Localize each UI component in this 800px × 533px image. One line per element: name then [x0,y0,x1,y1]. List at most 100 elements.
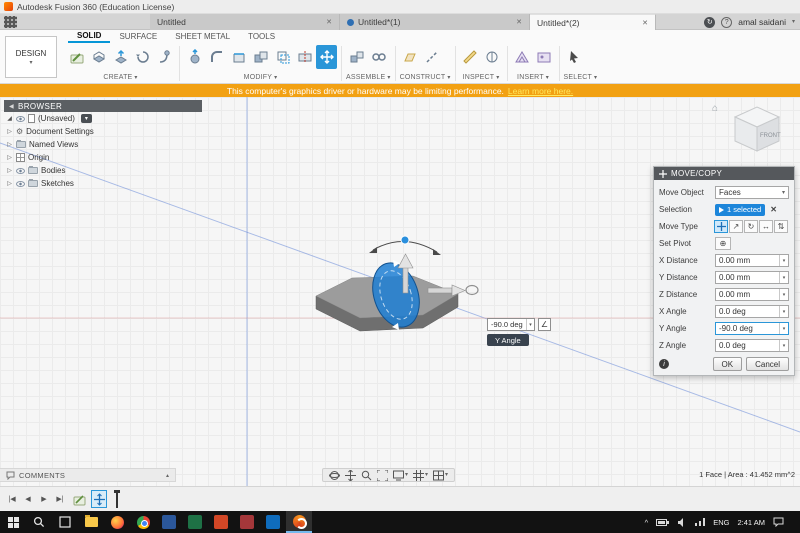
tab-sheet-metal[interactable]: SHEET METAL [166,30,239,43]
browser-root-row[interactable]: ◢ (Unsaved) ▾ [4,112,202,125]
tree-expand-icon[interactable]: ◢ [6,115,13,122]
y-angle-input[interactable]: -90.0 deg ▾ [715,322,789,335]
taskbar-app-file-explorer[interactable] [78,511,104,533]
split-body-icon[interactable] [294,45,315,69]
group-label-create[interactable]: CREATE ▾ [66,74,175,84]
tree-collapsed-icon[interactable]: ▷ [6,128,13,135]
visibility-eye-icon[interactable] [16,180,25,187]
rotate-ring-handle[interactable] [465,284,479,296]
move-object-dropdown[interactable]: Faces ▾ [715,186,789,199]
visibility-eye-icon[interactable] [16,115,25,122]
taskbar-search-button[interactable] [26,511,52,533]
network-icon[interactable] [695,518,706,526]
timeline-feature-move[interactable] [91,490,107,508]
speaker-icon[interactable] [677,517,687,527]
shell-icon[interactable] [228,45,249,69]
cancel-button[interactable]: Cancel [746,357,789,371]
group-label-inspect[interactable]: INSPECT ▾ [460,74,503,84]
manipulator-top-point[interactable] [400,235,410,245]
language-indicator[interactable]: ENG [713,518,729,527]
start-button[interactable] [0,511,26,533]
angle-value-input[interactable]: -90.0 deg ▾ [487,318,535,331]
browser-item-sketches[interactable]: ▷ Sketches [4,177,202,190]
expand-comments-icon[interactable]: ▾ [166,472,169,478]
y-distance-input[interactable]: 0.00 mm ▾ [715,271,789,284]
move-type-rotate-button[interactable]: ↻ [744,220,758,233]
measure-icon[interactable] [460,45,481,69]
document-tab-1[interactable]: Untitled ✕ [150,14,340,30]
visibility-eye-icon[interactable] [16,167,25,174]
browser-item-bodies[interactable]: ▷ Bodies [4,164,202,177]
section-analysis-icon[interactable] [482,45,503,69]
pan-icon[interactable] [345,469,356,481]
tab-tools[interactable]: TOOLS [239,30,284,43]
decal-icon[interactable] [534,45,555,69]
learn-more-link[interactable]: Learn more here. [508,86,573,96]
chevron-down-icon[interactable]: ▾ [792,19,795,25]
tree-collapsed-icon[interactable]: ▷ [6,154,13,161]
close-tab-icon[interactable]: ✕ [326,18,332,26]
taskbar-app-fusion-360[interactable] [286,511,312,533]
joint-icon[interactable] [368,45,389,69]
close-tab-icon[interactable]: ✕ [516,18,522,26]
tree-collapsed-icon[interactable]: ▷ [6,180,13,187]
selection-chip[interactable]: 1 selected [715,203,766,216]
data-panel-toggle-icon[interactable] [4,16,17,28]
ok-button[interactable]: OK [712,357,743,371]
taskbar-app-firefox[interactable] [104,511,130,533]
revolve-icon[interactable] [132,45,153,69]
extrude-icon[interactable] [110,45,131,69]
grid-settings-icon[interactable]: ▾ [413,469,428,481]
clear-selection-icon[interactable]: ✕ [770,205,777,214]
sweep-icon[interactable] [154,45,175,69]
job-status-icon[interactable]: ↻ [704,16,716,28]
move-type-free-move-button[interactable] [714,220,728,233]
taskbar-app-outlook[interactable] [260,511,286,533]
workspace-selector[interactable]: DESIGN ▾ [5,36,57,78]
construction-plane-icon[interactable] [400,45,421,69]
chevron-down-icon[interactable]: ▾ [526,319,534,330]
task-view-button[interactable] [52,511,78,533]
step-back-button[interactable]: ◀ [21,492,35,507]
user-name[interactable]: amal saidani [738,17,786,27]
close-tab-icon[interactable]: ✕ [642,19,648,27]
model-canvas[interactable]: ◀ BROWSER ◢ (Unsaved) ▾ ▷ ⚙ Document Set… [0,97,800,486]
taskbar-app-excel[interactable] [182,511,208,533]
group-label-assemble[interactable]: ASSEMBLE ▾ [346,74,391,84]
display-settings-icon[interactable]: ▾ [393,470,408,481]
document-menu-badge[interactable]: ▾ [80,114,92,123]
viewports-icon[interactable]: ▾ [433,470,448,481]
tree-collapsed-icon[interactable]: ▷ [6,141,13,148]
box-icon[interactable] [88,45,109,69]
info-icon[interactable]: i [659,359,669,369]
set-pivot-button[interactable]: ⊕ [715,237,731,250]
select-cursor-icon[interactable] [564,45,585,69]
new-component-icon[interactable] [346,45,367,69]
zoom-icon[interactable] [361,470,372,481]
go-to-end-button[interactable]: ▶| [53,492,67,507]
timeline-feature-sketch[interactable] [71,490,87,508]
offset-face-icon[interactable] [272,45,293,69]
action-center-icon[interactable] [773,517,784,527]
browser-item-document-settings[interactable]: ▷ ⚙ Document Settings [4,125,202,138]
tray-overflow-icon[interactable]: ^ [645,518,649,527]
angle-reference-icon[interactable]: ∠ [538,318,551,331]
press-pull-icon[interactable] [184,45,205,69]
insert-mesh-icon[interactable] [512,45,533,69]
browser-item-named-views[interactable]: ▷ Named Views [4,138,202,151]
move-type-point-to-position-button[interactable]: ⇅ [774,220,788,233]
collapse-panel-icon[interactable]: ◀ [9,103,14,110]
viewcube[interactable]: FRONT [724,101,790,157]
move-type-point-to-point-button[interactable]: ↔ [759,220,773,233]
group-label-modify[interactable]: MODIFY ▾ [184,74,337,84]
move-copy-tool-active[interactable] [316,45,337,69]
x-angle-input[interactable]: 0.0 deg ▾ [715,305,789,318]
taskbar-app-chrome[interactable] [130,511,156,533]
document-tab-2[interactable]: Untitled*(1) ✕ [340,14,530,30]
x-distance-input[interactable]: 0.00 mm ▾ [715,254,789,267]
battery-icon[interactable] [656,518,670,526]
tab-solid[interactable]: SOLID [68,30,111,43]
combine-icon[interactable] [250,45,271,69]
dialog-header[interactable]: MOVE/COPY [654,167,794,180]
taskbar-app-powerpoint[interactable] [208,511,234,533]
